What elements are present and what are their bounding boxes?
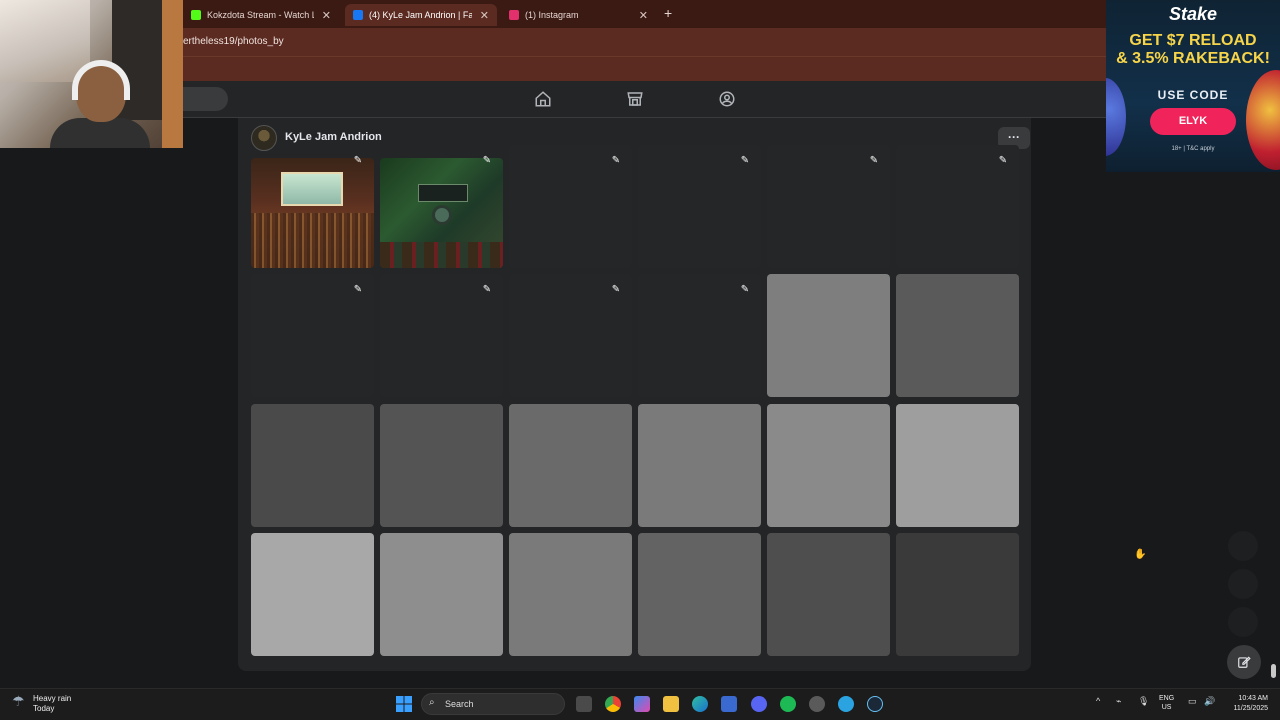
photo-tile-loading[interactable] bbox=[509, 404, 632, 527]
photo-tile-loading[interactable] bbox=[380, 533, 503, 656]
tab-title: Kokzdota Stream - Watch Live o bbox=[207, 10, 314, 20]
system-clock[interactable]: 10:43 AM 11/25/2025 bbox=[1222, 694, 1268, 714]
tab-title: (1) Instagram bbox=[525, 10, 579, 20]
profile-icon[interactable] bbox=[718, 90, 736, 108]
photo-tile-loading[interactable] bbox=[638, 404, 761, 527]
home-icon[interactable] bbox=[534, 90, 552, 108]
webcam-overlay bbox=[0, 0, 183, 148]
close-tab-icon[interactable]: ✕ bbox=[472, 9, 489, 22]
copilot-icon[interactable] bbox=[634, 696, 650, 712]
clock-time: 10:43 AM bbox=[1238, 695, 1268, 702]
region-code: US bbox=[1161, 704, 1172, 711]
network-icon[interactable]: ⌁ bbox=[1116, 696, 1121, 707]
edit-pencil-icon[interactable]: ✎ bbox=[351, 154, 365, 168]
new-message-button[interactable] bbox=[1227, 645, 1261, 679]
ad-banner[interactable]: Stake GET $7 RELOAD & 3.5% RAKEBACK! USE… bbox=[1106, 0, 1280, 172]
microphone-icon[interactable]: 🎙 bbox=[1138, 696, 1149, 707]
chat-head[interactable] bbox=[1228, 607, 1258, 637]
app-icon[interactable] bbox=[809, 696, 825, 712]
ad-brand: Stake bbox=[1168, 4, 1218, 24]
windows-start-icon[interactable] bbox=[396, 696, 412, 717]
edit-pencil-icon[interactable]: ✎ bbox=[738, 283, 752, 297]
url-text[interactable]: ertheless19/photos_by bbox=[183, 36, 284, 47]
kick-icon bbox=[191, 10, 201, 20]
telegram-icon[interactable] bbox=[838, 696, 854, 712]
close-tab-icon[interactable]: ✕ bbox=[631, 9, 648, 22]
edit-pencil-icon[interactable]: ✎ bbox=[609, 154, 623, 168]
photo-tile-loading[interactable] bbox=[767, 274, 890, 397]
photo-tile-loading[interactable] bbox=[380, 404, 503, 527]
avatar[interactable] bbox=[251, 125, 277, 151]
search-icon: ⌕ bbox=[429, 697, 435, 708]
discord-icon[interactable] bbox=[751, 696, 767, 712]
edit-pencil-icon[interactable]: ✎ bbox=[738, 154, 752, 168]
photo-tile-loading[interactable] bbox=[638, 533, 761, 656]
weather-rain-icon[interactable]: ☂ bbox=[12, 693, 25, 710]
file-explorer-icon[interactable] bbox=[663, 696, 679, 712]
ad-code-button[interactable]: ELYK bbox=[1150, 108, 1236, 135]
display-icon[interactable]: ▭ bbox=[1188, 696, 1197, 707]
ad-use-code-label: USE CODE bbox=[1157, 88, 1229, 102]
browser-tab[interactable]: (1) Instagram ✕ bbox=[501, 4, 656, 26]
weather-widget[interactable]: Heavy rain Today bbox=[33, 694, 71, 714]
language-code: ENG bbox=[1159, 695, 1175, 702]
photo-tile-loading[interactable] bbox=[251, 533, 374, 656]
photo-tile-loading[interactable] bbox=[509, 533, 632, 656]
browser-tab[interactable]: Kokzdota Stream - Watch Live o✕ bbox=[183, 4, 339, 26]
edit-pencil-icon[interactable]: ✎ bbox=[480, 283, 494, 297]
taskbar-search-input[interactable] bbox=[421, 693, 565, 715]
new-tab-button[interactable]: + bbox=[664, 5, 672, 21]
edge-icon[interactable] bbox=[692, 696, 708, 712]
photo-tile-loading[interactable] bbox=[767, 404, 890, 527]
chat-head[interactable] bbox=[1228, 569, 1258, 599]
marketplace-icon[interactable] bbox=[626, 90, 644, 108]
weather-title: Heavy rain bbox=[33, 694, 72, 703]
volume-icon[interactable]: 🔊 bbox=[1204, 696, 1215, 707]
photo-tile-loading[interactable] bbox=[896, 533, 1019, 656]
edit-pencil-icon[interactable]: ✎ bbox=[351, 283, 365, 297]
photo-tile-loading[interactable] bbox=[896, 274, 1019, 397]
weather-sub: Today bbox=[33, 704, 55, 713]
photo-tile-loading[interactable] bbox=[896, 404, 1019, 527]
photo-tile[interactable] bbox=[380, 158, 503, 268]
profile-name[interactable]: KyLe Jam Andrion bbox=[285, 131, 382, 143]
tray-chevron-up-icon[interactable]: ^ bbox=[1096, 696, 1100, 706]
edit-pencil-icon[interactable]: ✎ bbox=[996, 154, 1010, 168]
tab-title: (4) KyLe Jam Andrion | Faceboo bbox=[369, 10, 472, 20]
ad-headline-1: GET $7 RELOAD bbox=[1129, 32, 1257, 49]
task-view-icon[interactable] bbox=[576, 696, 592, 712]
close-tab-icon[interactable]: ✕ bbox=[314, 9, 331, 22]
steam-icon[interactable] bbox=[867, 696, 883, 712]
spotify-icon[interactable] bbox=[780, 696, 796, 712]
mouse-cursor-icon: ✋ bbox=[1134, 549, 1147, 560]
chrome-icon[interactable] bbox=[605, 696, 621, 712]
ad-fine-print: 18+ | T&C apply bbox=[1171, 146, 1215, 152]
taskbar-search-label: Search bbox=[445, 699, 474, 709]
photo-tile-loading[interactable] bbox=[767, 533, 890, 656]
edit-pencil-icon[interactable]: ✎ bbox=[867, 154, 881, 168]
photo-tile-loading[interactable] bbox=[251, 404, 374, 527]
clock-date: 11/25/2025 bbox=[1233, 705, 1268, 712]
compose-icon bbox=[1238, 656, 1251, 668]
photo-tile[interactable] bbox=[251, 158, 374, 268]
scrollbar[interactable] bbox=[1270, 664, 1278, 686]
instagram-icon bbox=[509, 10, 519, 20]
facebook-icon bbox=[353, 10, 363, 20]
chat-head[interactable] bbox=[1228, 531, 1258, 561]
edit-pencil-icon[interactable]: ✎ bbox=[480, 154, 494, 168]
edit-pencil-icon[interactable]: ✎ bbox=[609, 283, 623, 297]
language-indicator[interactable]: ENG US bbox=[1159, 694, 1174, 712]
browser-tab[interactable]: (4) KyLe Jam Andrion | Faceboo✕ bbox=[345, 4, 497, 26]
ad-headline-2: & 3.5% RAKEBACK! bbox=[1116, 50, 1270, 67]
bookmarks-bar bbox=[0, 56, 1280, 81]
store-icon[interactable] bbox=[721, 696, 737, 712]
